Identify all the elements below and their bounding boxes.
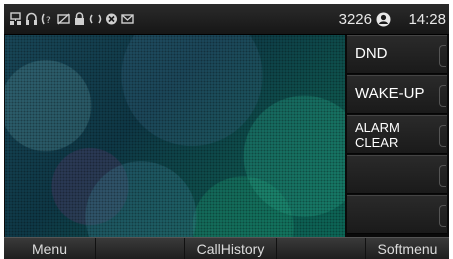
line-key-empty-5[interactable] bbox=[347, 195, 447, 234]
status-bar: ? 3226 14:28 bbox=[4, 4, 449, 35]
line-key-empty-4[interactable] bbox=[347, 155, 447, 194]
voicemail-icon bbox=[57, 12, 70, 26]
sync-icon bbox=[89, 12, 102, 26]
line-key-tab bbox=[439, 45, 446, 67]
softkey-menu[interactable]: Menu bbox=[4, 238, 96, 259]
line-key-wake-up[interactable]: WAKE-UP bbox=[347, 75, 447, 114]
line-key-tab bbox=[439, 125, 446, 147]
status-icons: ? bbox=[9, 11, 134, 27]
softkey-empty-2[interactable] bbox=[96, 238, 185, 259]
extension-number: 3226 bbox=[338, 11, 372, 28]
line-key-label: ALARM CLEAR bbox=[355, 120, 400, 150]
line-key-label: DND bbox=[355, 45, 388, 62]
network-icon bbox=[9, 12, 22, 26]
call-forward-icon: ? bbox=[41, 12, 54, 26]
user-icon bbox=[376, 12, 391, 27]
line-key-panel: DND WAKE-UP ALARM CLEAR bbox=[347, 35, 449, 237]
line-key-label: WAKE-UP bbox=[355, 85, 425, 102]
svg-text:?: ? bbox=[46, 16, 51, 26]
line-key-dnd[interactable]: DND bbox=[347, 35, 447, 74]
lock-icon bbox=[73, 12, 86, 26]
line-key-tab bbox=[439, 85, 446, 107]
softkey-bar: Menu CallHistory Softmenu bbox=[4, 237, 449, 259]
phone-screen: ? 3226 14:28 DND WAKE-UP ALARM CLEAR Men… bbox=[4, 4, 449, 259]
line-key-tab bbox=[439, 205, 446, 227]
softkey-call-history[interactable]: CallHistory bbox=[185, 238, 277, 259]
softkey-softmenu[interactable]: Softmenu bbox=[366, 238, 449, 259]
line-key-tab bbox=[439, 165, 446, 187]
headset-icon bbox=[25, 12, 38, 26]
wallpaper bbox=[5, 35, 345, 237]
missed-message-icon bbox=[121, 12, 134, 26]
softkey-empty-4[interactable] bbox=[277, 238, 366, 259]
line-key-alarm-clear[interactable]: ALARM CLEAR bbox=[347, 115, 447, 154]
dnd-icon bbox=[105, 12, 118, 26]
clock: 14:28 bbox=[408, 11, 446, 28]
